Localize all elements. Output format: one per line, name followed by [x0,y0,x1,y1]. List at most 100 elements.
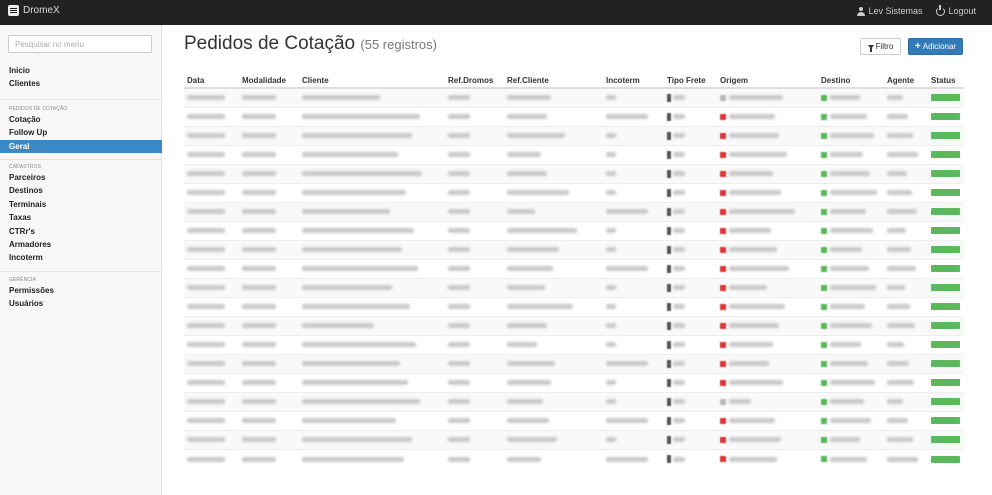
table-cell [717,259,818,279]
table-cell [818,126,884,146]
table-cell [504,316,603,336]
table-cell [239,183,299,203]
table-cell [818,221,884,241]
sidebar-item-parceiros[interactable]: Parceiros [0,171,162,184]
table-cell [504,278,603,298]
col-header-agente[interactable]: Agente [884,73,928,89]
col-header-destino[interactable]: Destino [818,73,884,89]
table-row[interactable] [184,87,964,108]
table-row[interactable] [184,221,964,241]
col-header-status[interactable]: Status [928,73,964,89]
table-row[interactable] [184,430,964,450]
logout-link[interactable]: Logout [936,4,976,16]
sidebar-item-permissoes[interactable]: Permissões [0,284,162,297]
col-header-ref-dromos[interactable]: Ref.Dromos [445,73,504,89]
table-cell [664,297,717,317]
col-header-origem[interactable]: Origem [717,73,818,89]
table-cell [603,107,664,127]
sidebar-item-cotacao[interactable]: Cotação [0,113,162,126]
table-row[interactable] [184,373,964,393]
table-row[interactable] [184,126,964,146]
brand-link[interactable]: DromeX [8,5,60,16]
table-cell [299,297,445,317]
table-cell [717,335,818,355]
table-row[interactable] [184,202,964,222]
col-header-ref-cliente[interactable]: Ref.Cliente [504,73,603,89]
table-cell [445,354,504,374]
table-row[interactable] [184,278,964,298]
table-cell [299,411,445,431]
sidebar-item-destinos[interactable]: Destinos [0,184,162,197]
table-row[interactable] [184,449,964,469]
table-row[interactable] [184,411,964,431]
table-cell [239,411,299,431]
sidebar-item-armadores[interactable]: Armadores [0,238,162,251]
table-cell [603,373,664,393]
table-cell [445,411,504,431]
sidebar-item-usuarios[interactable]: Usuários [0,297,162,310]
sidebar-item-taxas[interactable]: Taxas [0,211,162,224]
table-cell [717,183,818,203]
table-cell [184,297,239,317]
sidebar-item-follow-up[interactable]: Follow Up [0,126,162,139]
table-cell [239,354,299,374]
table-cell [239,221,299,241]
col-header-cliente[interactable]: Cliente [299,73,445,89]
table-cell [717,221,818,241]
table-cell [664,107,717,127]
table-cell [818,354,884,374]
table-cell [717,373,818,393]
table-cell [664,221,717,241]
table-cell [928,392,964,412]
sidebar-item-ctrrs[interactable]: CTRr's [0,225,162,238]
sidebar-item-terminais[interactable]: Terminais [0,198,162,211]
table-row[interactable] [184,107,964,127]
table-cell [818,240,884,260]
sidebar-item-geral[interactable]: Geral [0,139,162,154]
table-row[interactable] [184,316,964,336]
col-header-incoterm[interactable]: Incoterm [603,73,664,89]
table-cell [884,183,928,203]
add-button[interactable]: + Adicionar [908,38,963,55]
table-cell [184,183,239,203]
table-row[interactable] [184,240,964,260]
col-header-tipo-frete[interactable]: Tipo Frete [664,73,717,89]
table-cell [818,449,884,469]
table-row[interactable] [184,297,964,317]
menu-icon[interactable] [8,5,19,16]
sidebar-item-clientes[interactable]: Clientes [0,77,162,90]
table-cell [818,278,884,298]
table-cell [299,430,445,450]
table-cell [818,430,884,450]
table-row[interactable] [184,183,964,203]
sidebar-item-incoterm[interactable]: Incoterm [0,251,162,264]
brand-name: DromeX [23,5,60,16]
menu-search-input[interactable] [8,35,152,53]
table-cell [928,107,964,127]
col-header-data[interactable]: Data [184,73,239,89]
sidebar-item-inicio[interactable]: Inicio [0,64,162,77]
table-cell [504,259,603,279]
table-cell [504,145,603,165]
menu-group-gerencia: GERÊNCIA Permissões Usuários [0,271,162,311]
table-row[interactable] [184,392,964,412]
table-cell [239,202,299,222]
user-link[interactable]: Lev Sistemas [857,6,922,16]
menu-group-pedidos: PEDIDOS DE COTAÇÃO Cotação Follow Up Ger… [0,99,162,154]
table-row[interactable] [184,354,964,374]
table-row[interactable] [184,335,964,355]
filter-button[interactable]: Filtro [860,38,901,55]
table-cell [445,126,504,146]
table-cell [603,335,664,355]
col-header-modalidade[interactable]: Modalidade [239,73,299,89]
table-cell [818,297,884,317]
table-row[interactable] [184,164,964,184]
table-cell [818,183,884,203]
table-cell [818,145,884,165]
table-cell [884,107,928,127]
table-row[interactable] [184,259,964,279]
table-cell [928,430,964,450]
quotes-table: Data Modalidade Cliente Ref.Dromos Ref.C… [184,73,964,469]
table-cell [445,373,504,393]
table-row[interactable] [184,145,964,165]
